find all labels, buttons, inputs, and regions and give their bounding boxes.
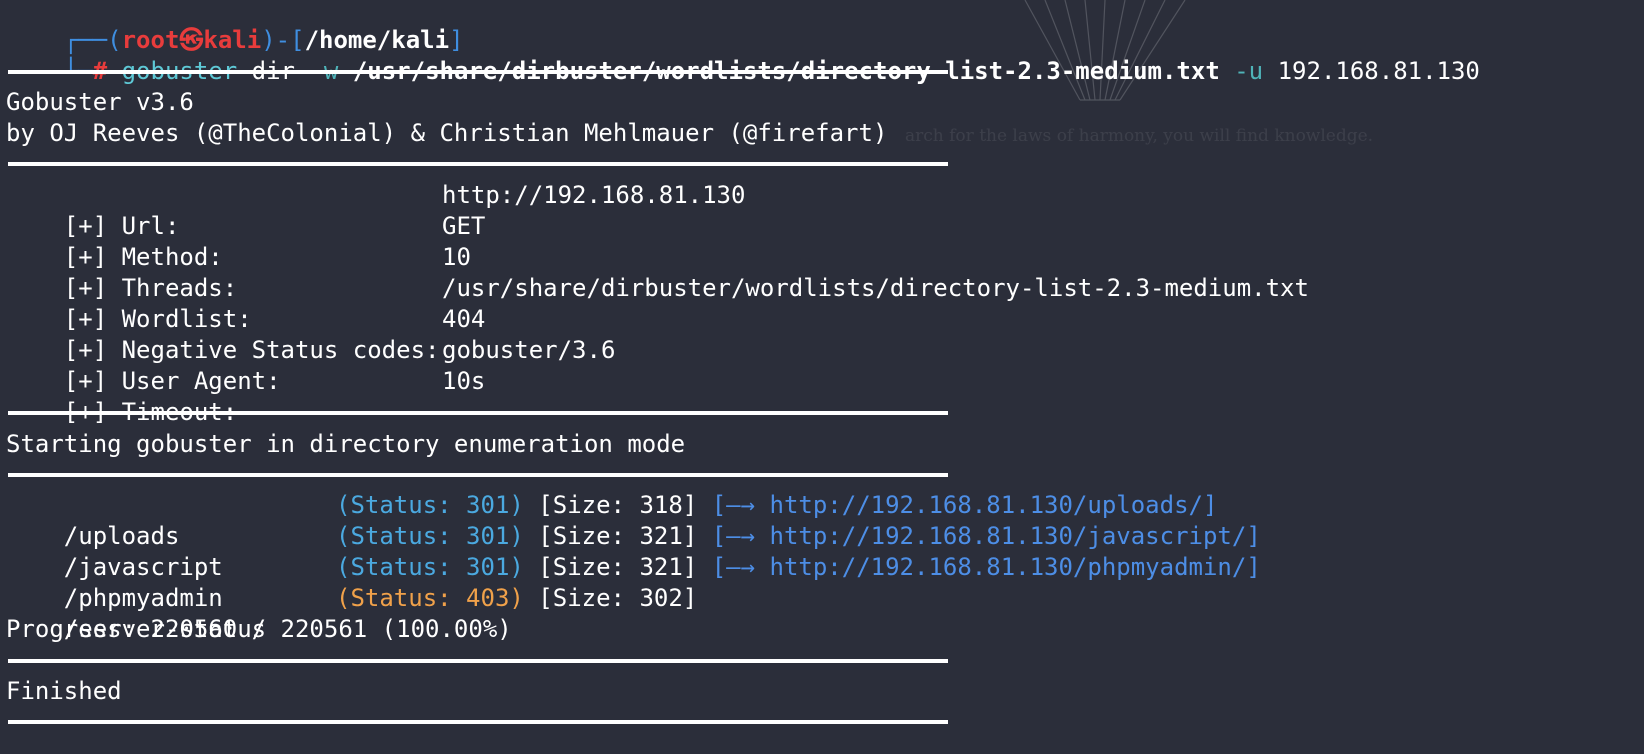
result-redirect-link[interactable]: [—→ http://192.168.81.130/phpmyadmin/] [712, 553, 1261, 581]
config-value: /usr/share/dirbuster/wordlists/directory… [442, 274, 1309, 302]
separator-3 [8, 411, 948, 415]
result-size: [Size: 321] [538, 522, 698, 550]
result-size: [Size: 302] [538, 584, 698, 612]
config-value: GET [442, 212, 486, 240]
result-size: [Size: 318] [538, 491, 698, 519]
separator-5 [8, 659, 948, 663]
config-row: [+] Timeout: 10s [6, 366, 486, 426]
prompt-line: ┌──(root㉿kali)-[/home/kali] [6, 0, 464, 54]
config-value: 10s [442, 367, 486, 395]
progress-line: Progress: 220560 / 220561 (100.00%) [6, 615, 512, 643]
separator-4 [8, 473, 948, 477]
command-target: 192.168.81.130 [1277, 57, 1480, 85]
banner-author: by OJ Reeves (@TheColonial) & Christian … [6, 119, 888, 147]
separator-6 [8, 720, 948, 724]
result-redirect-link[interactable]: [—→ http://192.168.81.130/javascript/] [712, 522, 1261, 550]
separator-2 [8, 162, 948, 166]
result-size: [Size: 321] [538, 553, 698, 581]
config-row: [+] User Agent: gobuster/3.6 [6, 335, 616, 395]
config-value: gobuster/3.6 [442, 336, 616, 364]
config-row: [+] Url: http://192.168.81.130 [6, 180, 746, 240]
result-status: (Status: 403) [336, 584, 524, 612]
config-row: [+] Negative Status codes: 404 [6, 304, 486, 364]
config-row: [+] Wordlist:/usr/share/dirbuster/wordli… [6, 273, 1309, 333]
background-caption: arch for the laws of harmony, you will f… [905, 126, 1374, 146]
config-value: 404 [442, 305, 486, 333]
result-row: /server-status (Status: 403) [Size: 302] [6, 583, 697, 643]
result-row: /javascript (Status: 301) [Size: 321] [—→… [6, 521, 1261, 581]
result-status: (Status: 301) [336, 491, 524, 519]
config-row: [+] Method: GET [6, 211, 486, 271]
config-row: [+] Threads: 10 [6, 242, 471, 302]
terminal-window[interactable]: arch for the laws of harmony, you will f… [0, 0, 1644, 754]
command-line[interactable]: └─# gobuster dir -w /usr/share/dirbuster… [6, 25, 1480, 85]
result-status: (Status: 301) [336, 553, 524, 581]
config-value: http://192.168.81.130 [442, 181, 746, 209]
mode-line: Starting gobuster in directory enumerati… [6, 430, 686, 458]
finished-line: Finished [6, 677, 122, 705]
result-row: /uploads (Status: 301) [Size: 318] [—→ ht… [6, 490, 1218, 550]
result-redirect-link[interactable]: [—→ http://192.168.81.130/uploads/] [712, 491, 1218, 519]
banner-version: Gobuster v3.6 [6, 88, 194, 116]
result-row: /phpmyadmin (Status: 301) [Size: 321] [—→… [6, 552, 1261, 612]
command-url-flag: -u [1234, 57, 1264, 85]
separator-1 [8, 70, 948, 74]
result-status: (Status: 301) [336, 522, 524, 550]
config-value: 10 [442, 243, 471, 271]
